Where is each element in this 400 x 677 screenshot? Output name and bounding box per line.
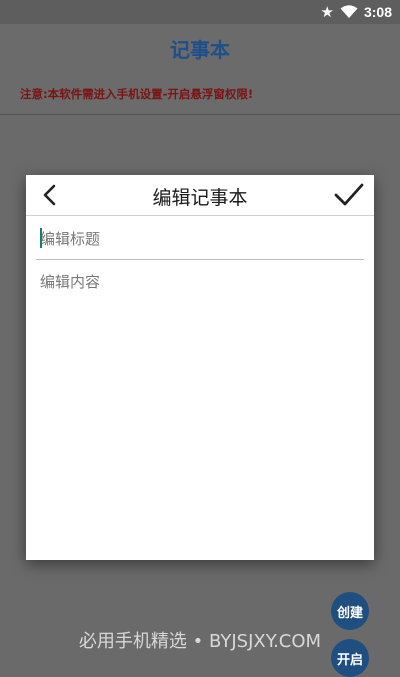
status-time: 3:08 [363,4,392,20]
checkmark-icon[interactable] [334,182,364,208]
wifi-icon [340,5,358,19]
dialog-header: 编辑记事本 [26,175,374,216]
app-header: 记事本 注意:本软件需进入手机设置-开启悬浮窗权限! [0,24,400,115]
edit-note-dialog: 编辑记事本 [26,175,374,560]
dialog-title: 编辑记事本 [152,187,248,209]
status-icons: ★ 3:08 [321,2,392,22]
text-cursor [40,228,42,248]
title-input[interactable] [40,225,350,253]
star-icon: ★ [320,3,334,21]
permission-notice: 注意:本软件需进入手机设置-开启悬浮窗权限! [20,87,254,101]
watermark: 必用手机精选 • BYJSJXY.COM [78,631,322,652]
app-title: 记事本 [170,38,230,62]
content-input[interactable] [40,271,360,541]
status-bar: ★ 3:08 [0,0,400,24]
create-button[interactable]: 创建 [331,592,369,630]
divider [36,259,364,260]
